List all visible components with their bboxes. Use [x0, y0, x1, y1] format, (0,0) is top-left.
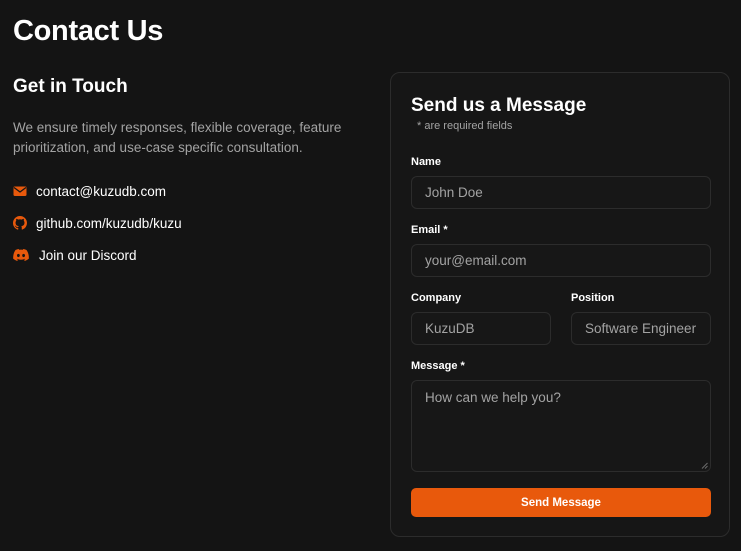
- message-textarea[interactable]: How can we help you?: [411, 380, 711, 472]
- page-title: Contact Us: [13, 15, 164, 47]
- contact-form: Send us a Message * are required fields …: [390, 72, 730, 537]
- company-label: Company: [411, 292, 462, 304]
- contact-email-label: contact@kuzudb.com: [36, 183, 167, 199]
- email-label: Email *: [411, 224, 448, 236]
- send-message-button[interactable]: Send Message: [411, 488, 711, 517]
- contact-page: Contact Us Get in Touch We ensure timely…: [0, 0, 741, 551]
- github-icon: [13, 216, 27, 230]
- resize-grip-icon[interactable]: [701, 462, 708, 469]
- contact-discord-label: Join our Discord: [39, 247, 137, 263]
- get-in-touch-heading: Get in Touch: [13, 76, 128, 97]
- message-placeholder: How can we help you?: [425, 390, 561, 405]
- contact-email-link[interactable]: contact@kuzudb.com: [13, 181, 182, 201]
- name-input[interactable]: John Doe: [411, 176, 711, 209]
- message-label: Message *: [411, 360, 465, 372]
- name-label: Name: [411, 156, 441, 168]
- contact-github-label: github.com/kuzudb/kuzu: [36, 215, 182, 231]
- discord-icon: [13, 248, 29, 262]
- get-in-touch-description: We ensure timely responses, flexible cov…: [13, 120, 342, 155]
- position-label: Position: [571, 292, 615, 304]
- form-title: Send us a Message: [411, 95, 587, 116]
- company-input[interactable]: KuzuDB: [411, 312, 551, 345]
- envelope-icon: [13, 184, 27, 198]
- contact-list: contact@kuzudb.com github.com/kuzudb/kuz…: [13, 181, 182, 277]
- required-fields-note: * are required fields: [417, 120, 513, 132]
- email-input[interactable]: your@email.com: [411, 244, 711, 277]
- contact-discord-link[interactable]: Join our Discord: [13, 245, 182, 265]
- position-input[interactable]: Software Engineer: [571, 312, 711, 345]
- contact-github-link[interactable]: github.com/kuzudb/kuzu: [13, 213, 182, 233]
